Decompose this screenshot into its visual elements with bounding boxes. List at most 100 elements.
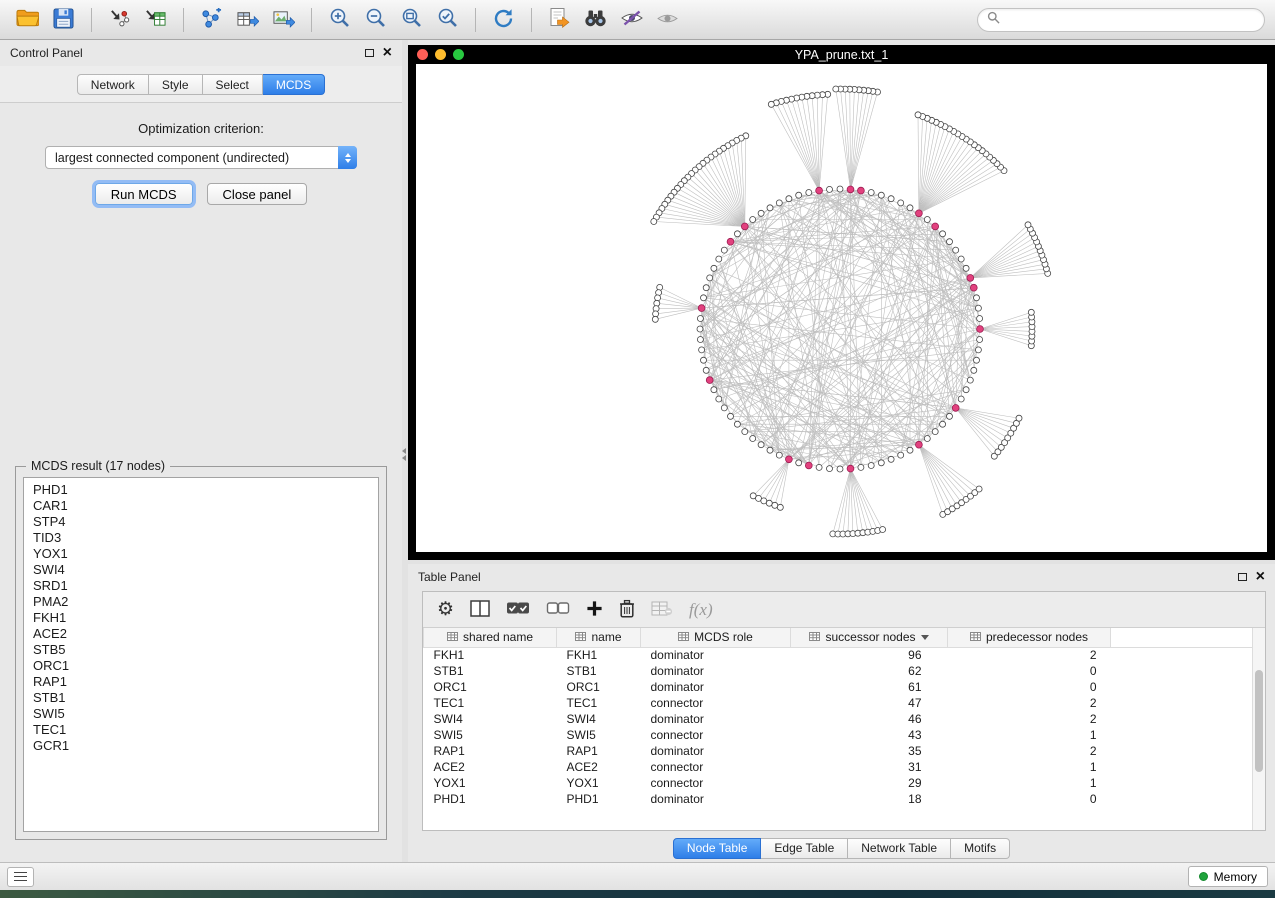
new-network-button[interactable]: [194, 5, 229, 35]
tab-node-table[interactable]: Node Table: [673, 838, 762, 859]
network-window-titlebar[interactable]: YPA_prune.txt_1: [408, 45, 1275, 64]
hide-graphics-details-button[interactable]: [614, 5, 649, 35]
table-row[interactable]: ORC1ORC1dominator610: [424, 679, 1253, 695]
search-box[interactable]: [977, 8, 1265, 32]
mcds-result-item[interactable]: SRD1: [33, 578, 369, 594]
table-row[interactable]: FKH1FKH1dominator962: [424, 647, 1253, 663]
mcds-result-list[interactable]: PHD1CAR1STP4TID3YOX1SWI4SRD1PMA2FKH1ACE2…: [23, 477, 379, 832]
add-column-button[interactable]: [586, 600, 603, 620]
close-panel-button[interactable]: Close panel: [207, 183, 308, 205]
float-panel-icon[interactable]: [365, 49, 374, 57]
mcds-result-item[interactable]: TID3: [33, 530, 369, 546]
deselect-all-columns-button[interactable]: [546, 601, 570, 619]
delete-table-button[interactable]: [651, 601, 673, 619]
cell-filler: [1111, 727, 1253, 743]
search-input[interactable]: [1005, 13, 1255, 27]
open-session-button[interactable]: [10, 5, 45, 35]
network-window-title: YPA_prune.txt_1: [795, 48, 889, 62]
tab-mcds[interactable]: MCDS: [263, 74, 325, 95]
column-header-successor-nodes[interactable]: successor nodes: [791, 628, 948, 647]
mcds-result-item[interactable]: STP4: [33, 514, 369, 530]
zoom-fit-button[interactable]: [394, 5, 429, 35]
mcds-result-item[interactable]: ACE2: [33, 626, 369, 642]
cell-name: YOX1: [557, 775, 641, 791]
tab-network[interactable]: Network: [77, 74, 149, 95]
zoom-in-button[interactable]: [322, 5, 357, 35]
float-table-panel-icon[interactable]: [1238, 573, 1247, 581]
close-window-icon[interactable]: [417, 49, 428, 60]
table-row[interactable]: SWI5SWI5connector431: [424, 727, 1253, 743]
close-panel-icon[interactable]: ×: [383, 47, 392, 59]
cell-sharedname: ACE2: [424, 759, 557, 775]
mcds-result-item[interactable]: TEC1: [33, 722, 369, 738]
mcds-result-item[interactable]: PMA2: [33, 594, 369, 610]
export-image-button[interactable]: [266, 5, 301, 35]
dropdown-selected-value: largest connected component (undirected): [55, 151, 289, 165]
mcds-result-item[interactable]: STB5: [33, 642, 369, 658]
table-settings-button[interactable]: ⚙: [437, 600, 454, 619]
function-builder-button[interactable]: f(x): [689, 600, 713, 620]
run-mcds-button[interactable]: Run MCDS: [95, 183, 193, 205]
search-icon: [987, 11, 1000, 29]
table-row[interactable]: STB1STB1dominator620: [424, 663, 1253, 679]
table-scroll-area[interactable]: shared name name MCDS role successor nod…: [423, 628, 1265, 830]
select-all-columns-button[interactable]: [506, 601, 530, 619]
mcds-result-item[interactable]: PHD1: [33, 482, 369, 498]
table-row[interactable]: SWI4SWI4dominator462: [424, 711, 1253, 727]
table-row[interactable]: YOX1YOX1connector291: [424, 775, 1253, 791]
mcds-result-item[interactable]: FKH1: [33, 610, 369, 626]
sort-descending-icon: [921, 635, 929, 640]
tab-style[interactable]: Style: [149, 74, 203, 95]
mcds-result-item[interactable]: SWI5: [33, 706, 369, 722]
tab-edge-table[interactable]: Edge Table: [761, 838, 848, 859]
tab-select[interactable]: Select: [203, 74, 263, 95]
task-history-button[interactable]: [7, 867, 34, 887]
optimization-criterion-select[interactable]: largest connected component (undirected): [45, 146, 357, 169]
table-row[interactable]: ACE2ACE2connector311: [424, 759, 1253, 775]
show-graphics-details-button[interactable]: [650, 5, 685, 35]
show-columns-button[interactable]: [470, 600, 490, 620]
column-header-shared-name[interactable]: shared name: [424, 628, 557, 647]
export-table-button[interactable]: [230, 5, 265, 35]
mcds-result-item[interactable]: ORC1: [33, 658, 369, 674]
maximize-window-icon[interactable]: [453, 49, 464, 60]
column-header-name[interactable]: name: [557, 628, 641, 647]
mcds-result-item[interactable]: YOX1: [33, 546, 369, 562]
zoom-out-button[interactable]: [358, 5, 393, 35]
delete-column-button[interactable]: [619, 599, 635, 621]
scrollbar-thumb[interactable]: [1255, 670, 1263, 772]
mcds-result-item[interactable]: STB1: [33, 690, 369, 706]
find-button[interactable]: [578, 5, 613, 35]
cell-name: ORC1: [557, 679, 641, 695]
cell-pred: 2: [948, 695, 1111, 711]
memory-status-icon: [1199, 872, 1208, 881]
column-header-predecessor-nodes[interactable]: predecessor nodes: [948, 628, 1111, 647]
mcds-result-item[interactable]: CAR1: [33, 498, 369, 514]
network-canvas[interactable]: [416, 64, 1267, 552]
memory-button[interactable]: Memory: [1188, 866, 1268, 887]
table-vertical-scrollbar[interactable]: [1252, 628, 1265, 830]
splitter-collapse-icon[interactable]: [402, 448, 406, 461]
mcds-result-item[interactable]: GCR1: [33, 738, 369, 754]
column-header-mcds-role[interactable]: MCDS role: [641, 628, 791, 647]
tab-motifs[interactable]: Motifs: [951, 838, 1010, 859]
save-session-button[interactable]: [46, 5, 81, 35]
save-floppy-icon: [53, 8, 74, 32]
minimize-window-icon[interactable]: [435, 49, 446, 60]
table-row[interactable]: RAP1RAP1dominator352: [424, 743, 1253, 759]
import-table-button[interactable]: [138, 5, 173, 35]
share-document-button[interactable]: [542, 5, 577, 35]
table-row[interactable]: TEC1TEC1connector472: [424, 695, 1253, 711]
refresh-layout-button[interactable]: [486, 5, 521, 35]
tab-network-table[interactable]: Network Table: [848, 838, 951, 859]
mcds-result-item[interactable]: RAP1: [33, 674, 369, 690]
import-network-button[interactable]: [102, 5, 137, 35]
close-table-panel-icon[interactable]: ×: [1256, 571, 1265, 583]
table-row[interactable]: PHD1PHD1dominator180: [424, 791, 1253, 807]
mcds-result-item[interactable]: SWI4: [33, 562, 369, 578]
vertical-splitter[interactable]: [402, 40, 408, 862]
cell-sharedname: FKH1: [424, 647, 557, 663]
column-edit-icon: [447, 630, 458, 644]
zoom-selected-button[interactable]: [430, 5, 465, 35]
column-header-filler: [1111, 628, 1253, 647]
